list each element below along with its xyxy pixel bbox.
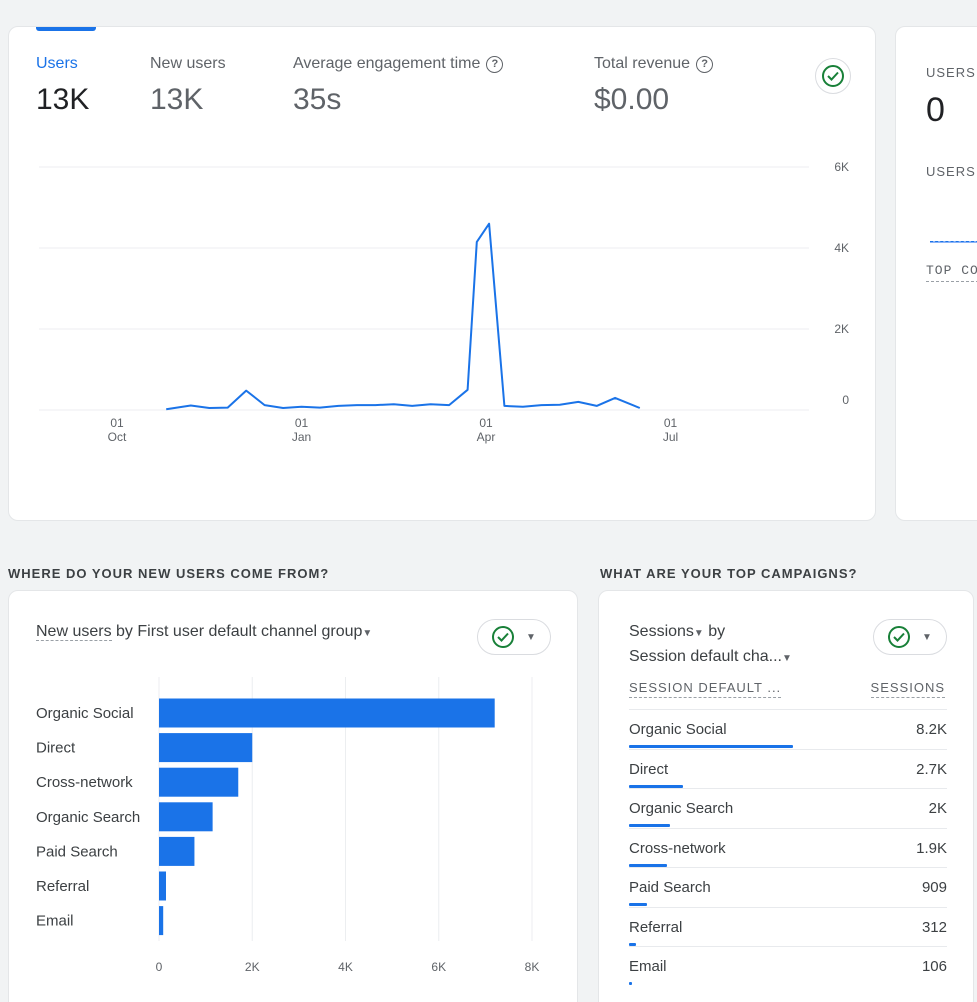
table-row[interactable]: Organic Social 8.2K <box>629 709 947 748</box>
row-sessions-value: 8.2K <box>916 721 947 738</box>
row-sessions-value: 2K <box>928 800 947 817</box>
row-sessions-bar <box>629 982 632 985</box>
mini-bar-chart <box>930 241 977 243</box>
x-tick-label: 2K <box>245 960 260 974</box>
row-sessions-value: 1.9K <box>916 839 947 857</box>
x-tick-day: 01 <box>110 416 124 430</box>
campaigns-section-title: WHAT ARE YOUR TOP CAMPAIGNS? <box>600 566 858 581</box>
row-channel-name: Organic Social <box>629 721 727 738</box>
table-row[interactable]: Direct 2.7K <box>629 748 947 788</box>
metric-selector[interactable]: Sessions <box>629 623 694 640</box>
x-tick-label: 8K <box>525 960 540 974</box>
y-tick-label: 0 <box>842 393 849 407</box>
overview-card: Users 13K New users 13K Average engageme… <box>8 26 876 521</box>
channel-bar[interactable] <box>159 871 166 901</box>
row-channel-name: Direct <box>629 760 669 778</box>
campaign-title-line1: Sessions▼ by <box>629 623 725 641</box>
y-tick-label: 6K <box>834 160 849 174</box>
new-users-channel-card: New users by First user default channel … <box>8 590 578 1002</box>
table-row[interactable]: Paid Search 909 <box>629 867 947 906</box>
category-label: Organic Social <box>36 705 134 722</box>
category-label: Organic Search <box>36 809 140 826</box>
row-sessions-value: 312 <box>921 918 947 936</box>
dimension-selector[interactable]: Session default cha... <box>629 648 782 665</box>
users-line-chart: 6K4K2K001Oct01Jan01Apr01Jul <box>39 160 849 444</box>
row-channel-name: Organic Search <box>629 800 734 817</box>
top-countries-label: TOP CO <box>926 263 977 282</box>
row-channel-name: Email <box>629 958 667 975</box>
y-tick-label: 2K <box>834 322 849 336</box>
category-label: Email <box>36 913 74 930</box>
x-tick-label: 6K <box>431 960 446 974</box>
x-tick-month: Jul <box>663 430 678 444</box>
row-channel-name: Paid Search <box>629 879 711 896</box>
realtime-users-value: 0 <box>926 91 945 129</box>
channel-bar[interactable] <box>159 802 213 832</box>
category-label: Cross-network <box>36 774 133 791</box>
row-channel-name: Referral <box>629 918 683 936</box>
x-tick-month: Apr <box>477 430 496 444</box>
x-tick-day: 01 <box>664 416 678 430</box>
x-tick-label: 0 <box>156 960 163 974</box>
x-tick-month: Jan <box>292 430 311 444</box>
x-tick-day: 01 <box>479 416 493 430</box>
table-row[interactable]: Cross-network 1.9K <box>629 827 947 867</box>
new-users-section-title: WHERE DO YOUR NEW USERS COME FROM? <box>8 566 330 581</box>
channel-bar[interactable] <box>159 767 239 797</box>
channel-bar[interactable] <box>159 733 253 763</box>
category-label: Direct <box>36 740 76 757</box>
table-options-button[interactable]: ▼ <box>873 619 947 655</box>
channel-bar[interactable] <box>159 698 495 728</box>
x-tick-day: 01 <box>295 416 309 430</box>
x-tick-month: Oct <box>108 430 127 444</box>
channel-bar-chart: 0 2K 4K 6K 8K Organic Social Direct Cross-netwo… <box>36 677 540 974</box>
column-header-channel[interactable]: SESSION DEFAULT ... <box>629 680 782 698</box>
campaign-title-line2: Session default cha...▼ <box>629 648 792 666</box>
caret-down-icon[interactable]: ▼ <box>782 653 792 664</box>
channel-bar[interactable] <box>159 836 195 866</box>
category-label: Paid Search <box>36 843 118 860</box>
y-tick-label: 4K <box>834 241 849 255</box>
check-circle-icon <box>888 626 911 648</box>
title-by: by <box>703 623 726 640</box>
category-label: Referral <box>36 878 89 895</box>
row-sessions-value: 106 <box>921 958 947 975</box>
caret-down-icon[interactable]: ▼ <box>694 628 704 639</box>
realtime-users-label: USERS <box>926 65 976 80</box>
x-tick-label: 4K <box>338 960 353 974</box>
row-channel-name: Cross-network <box>629 839 726 857</box>
row-sessions-value: 2.7K <box>916 760 947 778</box>
campaigns-card: Sessions▼ by Session default cha...▼ ▼ S… <box>598 590 974 1002</box>
realtime-card: USERS 0 USERS TOP CO <box>895 26 977 521</box>
table-row[interactable]: Email 106 <box>629 946 947 985</box>
caret-down-icon: ▼ <box>922 631 932 643</box>
table-row[interactable]: Organic Search 2K <box>629 788 947 827</box>
column-header-sessions[interactable]: SESSIONS <box>870 680 945 698</box>
users-per-minute-label: USERS <box>926 164 976 179</box>
table-row[interactable]: Referral 312 <box>629 906 947 946</box>
channel-bar[interactable] <box>159 906 164 936</box>
row-sessions-value: 909 <box>921 879 947 896</box>
users-series-line[interactable] <box>166 222 641 411</box>
